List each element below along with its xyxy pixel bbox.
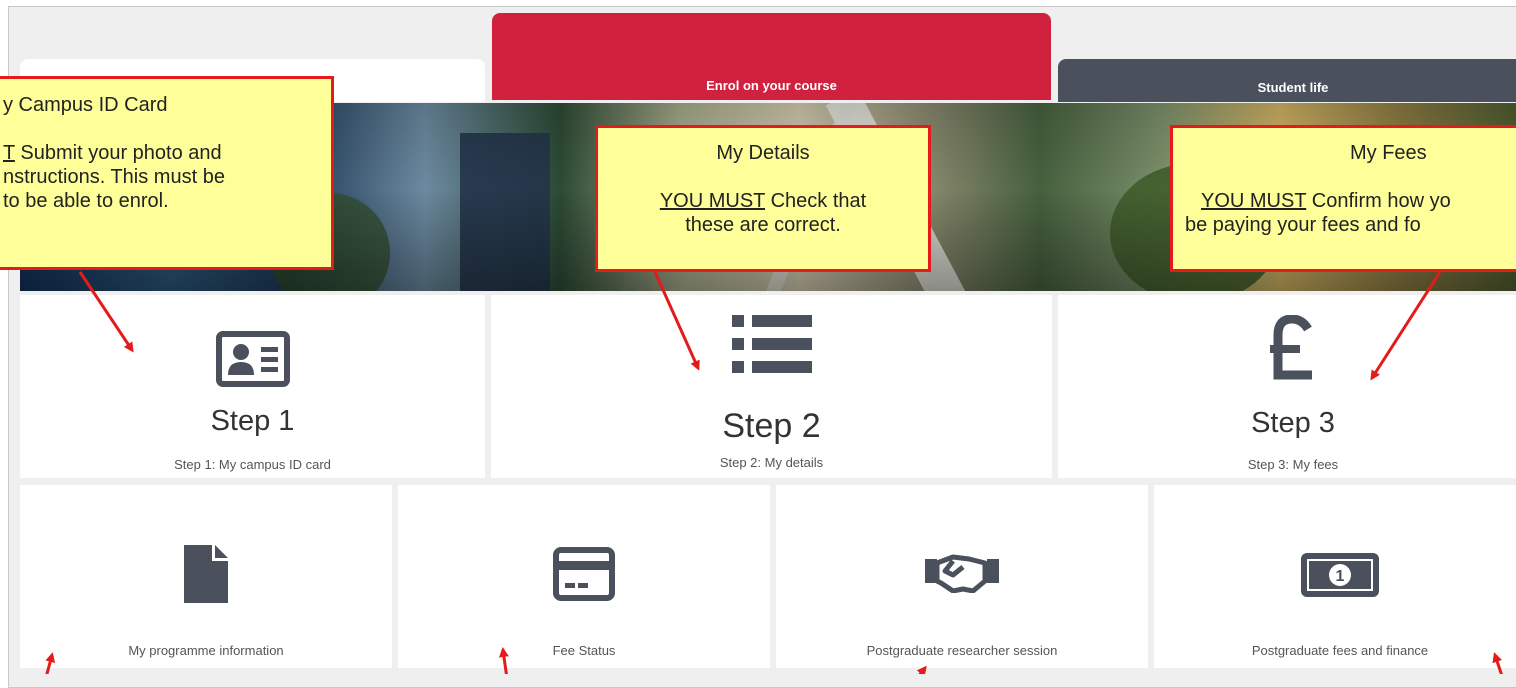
arrow-to-step-2 bbox=[653, 271, 700, 371]
annotation-arrows bbox=[45, 271, 1503, 674]
arrow-to-programme-tile bbox=[45, 652, 56, 674]
arrow-to-fees-finance-tile bbox=[1492, 652, 1503, 674]
arrow-to-step-1 bbox=[78, 271, 134, 353]
arrow-to-fee-status-tile bbox=[499, 647, 509, 674]
arrow-to-step-3 bbox=[1370, 271, 1442, 381]
arrow-to-researcher-tile bbox=[916, 665, 927, 674]
